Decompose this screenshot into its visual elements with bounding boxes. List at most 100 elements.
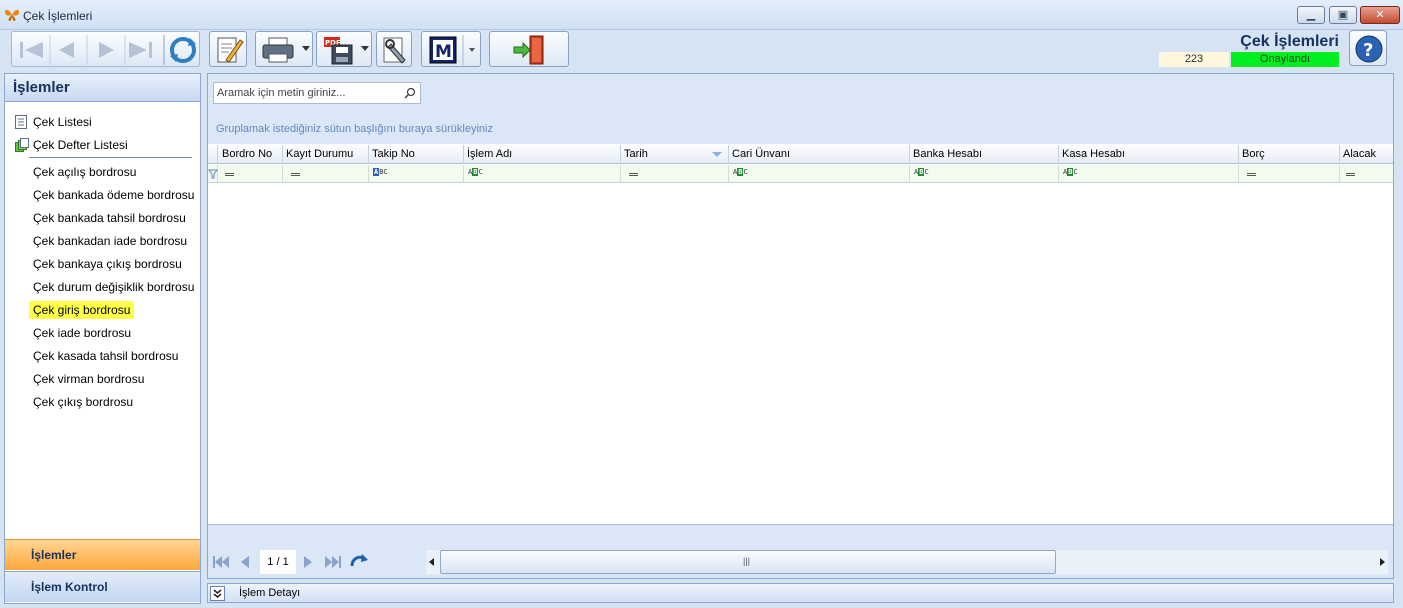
scrollbar-thumb[interactable]: |||: [440, 550, 1056, 574]
sidebar-item[interactable]: Çek virman bordrosu: [29, 370, 148, 388]
search-box[interactable]: [213, 82, 421, 104]
first-page-icon[interactable]: [212, 555, 230, 569]
maximize-button[interactable]: ▣: [1329, 6, 1357, 24]
expand-button[interactable]: [210, 586, 225, 601]
column-header-kayit-durumu[interactable]: Kayıt Durumu: [283, 145, 369, 164]
column-header-borc[interactable]: Borç: [1239, 145, 1340, 164]
filter-cell[interactable]: [1239, 165, 1340, 183]
next-page-icon[interactable]: [303, 555, 313, 569]
print-button[interactable]: [255, 31, 313, 67]
search-area: Gruplamak istediğiniz sütun başlığını bu…: [208, 74, 1393, 144]
m-button[interactable]: M: [421, 31, 481, 67]
sidebar-item-cek-listesi[interactable]: Çek Listesi: [15, 113, 195, 131]
scroll-right-icon[interactable]: [1380, 558, 1385, 566]
sidebar-item[interactable]: Çek açılış bordrosu: [29, 163, 140, 181]
text-filter-icon: ABC: [1063, 168, 1078, 176]
close-icon: ✕: [1375, 9, 1385, 21]
search-input[interactable]: [217, 85, 401, 101]
document-list-icon: [15, 115, 27, 129]
row-indicator-header: [208, 145, 218, 164]
column-header-islem-adi[interactable]: İşlem Adı: [464, 145, 621, 164]
filter-cell[interactable]: ABC: [464, 165, 621, 183]
first-record-icon[interactable]: [20, 42, 43, 58]
panel-tab-islem-kontrol[interactable]: İşlem Kontrol: [5, 571, 200, 602]
m-logo-icon: M: [429, 35, 475, 65]
sidebar-item[interactable]: Çek bankadan iade bordrosu: [29, 232, 191, 250]
sidebar-item[interactable]: Çek iade bordrosu: [29, 324, 135, 342]
sidebar-title: İşlemler: [5, 74, 200, 102]
auto-filter-row: ABC ABC ABC ABC ABC: [208, 165, 1393, 183]
scroll-left-icon[interactable]: [429, 558, 434, 566]
sidebar-item-active[interactable]: Çek giriş bordrosu: [29, 301, 135, 319]
filter-cell[interactable]: ABC: [910, 165, 1059, 183]
sidebar-item[interactable]: Çek kasada tahsil bordrosu: [29, 347, 182, 365]
text-filter-icon: ABC: [914, 168, 929, 176]
sidebar-item[interactable]: Çek bankada ödeme bordrosu: [29, 186, 198, 204]
sidebar-item[interactable]: Çek bankaya çıkış bordrosu: [29, 255, 186, 273]
column-header-takip-no[interactable]: Takip No: [369, 145, 464, 164]
filter-cell[interactable]: [283, 165, 369, 183]
filter-cell[interactable]: ABC: [369, 165, 464, 183]
restore-icon: ▣: [1337, 9, 1349, 21]
sidebar-item[interactable]: Çek durum değişiklik bordrosu: [29, 278, 198, 296]
checkbook-icon: [15, 138, 29, 152]
column-header-tarih-label: Tarih: [624, 148, 648, 160]
edit-icon: [217, 37, 244, 63]
column-header-cari-unvani[interactable]: Cari Ünvanı: [729, 145, 910, 164]
pager: 1 / 1 |||: [208, 546, 1393, 578]
status-badge: Onaylandı: [1231, 52, 1339, 67]
svg-text:M: M: [435, 42, 452, 62]
equals-filter-icon: [291, 173, 300, 176]
column-header-kasa-hesabi[interactable]: Kasa Hesabı: [1059, 145, 1239, 164]
filter-cell[interactable]: ABC: [729, 165, 910, 183]
window-titlebar: Çek İşlemleri ▁ ▣ ✕: [0, 0, 1403, 30]
text-filter-icon: ABC: [733, 168, 748, 176]
equals-filter-icon: [629, 173, 638, 176]
sidebar-item[interactable]: Çek çıkış bordrosu: [29, 393, 137, 411]
print-dropdown-icon[interactable]: [302, 46, 310, 51]
horizontal-scrollbar[interactable]: |||: [426, 550, 1388, 574]
record-navigator: [11, 31, 200, 67]
next-record-icon[interactable]: [99, 42, 114, 58]
panel-tab-islemler[interactable]: İşlemler: [5, 539, 200, 570]
page-indicator: 1 / 1: [260, 550, 296, 574]
filter-cell[interactable]: [1340, 165, 1393, 183]
exit-button[interactable]: [489, 31, 569, 67]
last-page-icon[interactable]: [324, 555, 342, 569]
sidebar-item[interactable]: Çek bankada tahsil bordrosu: [29, 209, 190, 227]
previous-page-icon[interactable]: [240, 555, 250, 569]
column-header-tarih[interactable]: Tarih: [621, 145, 729, 164]
equals-filter-icon: [1247, 173, 1256, 176]
page-title: Çek İşlemleri: [1240, 33, 1339, 50]
help-icon: ?: [1355, 35, 1383, 63]
filter-cell[interactable]: [621, 165, 729, 183]
grid-panel: Gruplamak istediğiniz sütun başlığını bu…: [207, 73, 1394, 579]
previous-record-icon[interactable]: [59, 42, 74, 58]
refresh-icon[interactable]: [170, 37, 196, 63]
close-button[interactable]: ✕: [1360, 6, 1400, 24]
detail-panel-label: İşlem Detayı: [239, 587, 301, 599]
text-filter-icon: ABC: [373, 168, 388, 176]
filter-cell[interactable]: ABC: [1059, 165, 1239, 183]
edit-button[interactable]: [209, 31, 247, 67]
column-header-banka-hesabi[interactable]: Banka Hesabı: [910, 145, 1059, 164]
text-filter-icon: ABC: [468, 168, 483, 176]
detail-panel-bar[interactable]: İşlem Detayı: [207, 583, 1394, 603]
svg-text:?: ?: [1363, 40, 1373, 61]
grid-body[interactable]: [208, 184, 1393, 522]
equals-filter-icon: [225, 173, 234, 176]
column-header-alacak[interactable]: Alacak: [1340, 145, 1393, 164]
search-icon[interactable]: [404, 87, 416, 99]
help-button[interactable]: ?: [1349, 30, 1387, 66]
sidebar-item-cek-defter-listesi[interactable]: Çek Defter Listesi: [15, 136, 195, 154]
column-header-bordro-no[interactable]: Bordro No: [219, 145, 283, 164]
last-record-icon[interactable]: [129, 42, 152, 58]
export-pdf-button[interactable]: PDF: [316, 31, 372, 67]
export-dropdown-icon[interactable]: [361, 46, 369, 51]
reload-page-icon[interactable]: [349, 552, 369, 570]
filter-cell[interactable]: [219, 165, 283, 183]
settings-button[interactable]: [376, 31, 412, 67]
sidebar-divider: [29, 157, 192, 158]
settings-tools-icon: [383, 37, 406, 64]
minimize-button[interactable]: ▁: [1297, 6, 1325, 24]
